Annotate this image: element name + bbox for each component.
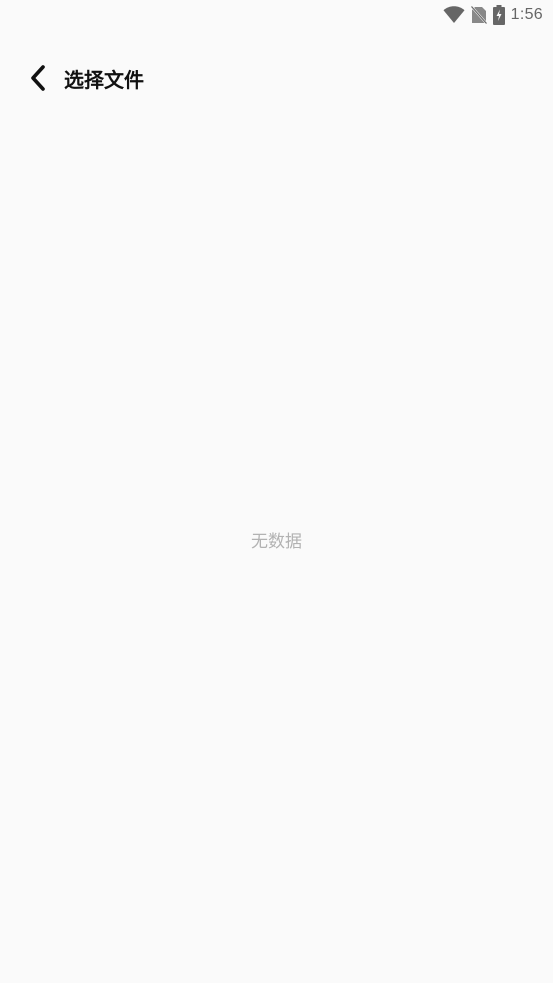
no-sim-icon — [470, 6, 487, 24]
status-icons: 1:56 — [443, 5, 543, 25]
battery-charging-icon — [492, 5, 505, 25]
header: 选择文件 — [0, 60, 553, 100]
status-time: 1:56 — [510, 6, 543, 23]
status-bar: 1:56 — [0, 0, 553, 30]
page-title: 选择文件 — [64, 68, 144, 92]
file-list-area: 无数据 — [0, 110, 553, 983]
wifi-icon — [443, 6, 465, 24]
empty-state-message: 无数据 — [251, 532, 302, 552]
back-button[interactable] — [26, 65, 50, 95]
chevron-left-icon — [29, 65, 47, 95]
